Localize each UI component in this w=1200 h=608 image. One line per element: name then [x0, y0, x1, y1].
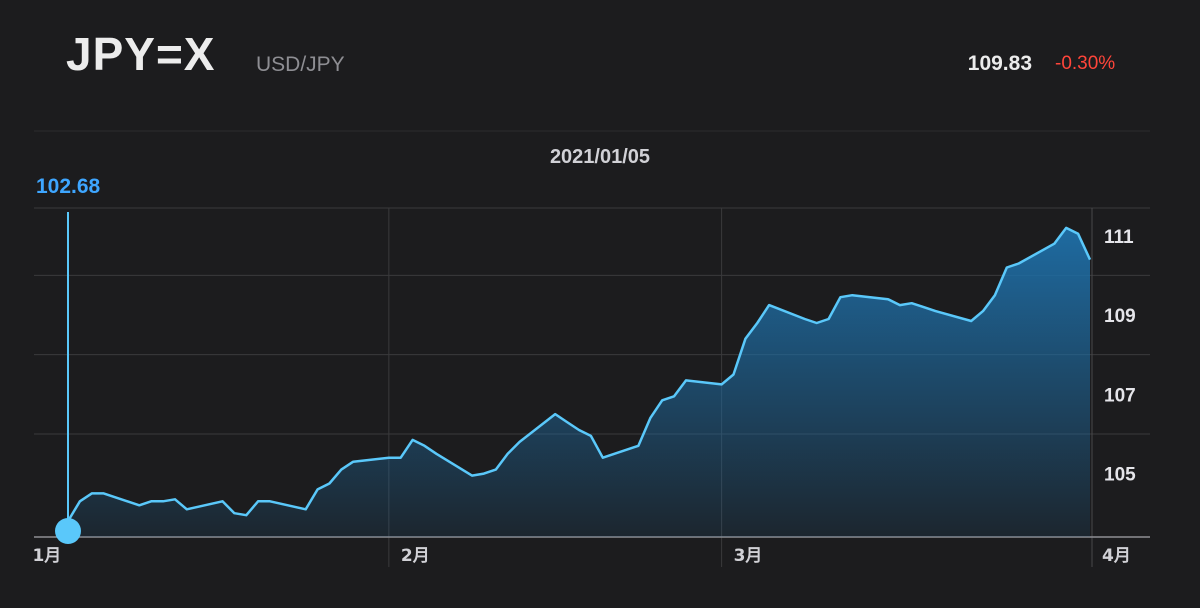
series-area — [68, 227, 1090, 537]
x-tick-label: 1月 — [32, 546, 61, 566]
x-tick-label: 4月 — [1102, 546, 1131, 566]
selection-marker — [55, 518, 81, 544]
x-tick-label: 2月 — [401, 546, 430, 566]
y-tick-label: 109 — [1104, 306, 1136, 327]
stock-chart-screen: JPY=X USD/JPY 109.83 -0.30% 2021/01/05 1… — [0, 0, 1200, 608]
y-tick-label: 105 — [1104, 465, 1136, 486]
x-tick-label: 3月 — [734, 546, 763, 566]
area-chart[interactable]: 105 107 109 111 1月 2月 3月 4月 — [0, 0, 1200, 608]
y-tick-label: 107 — [1104, 385, 1136, 406]
y-tick-label: 111 — [1104, 227, 1134, 248]
